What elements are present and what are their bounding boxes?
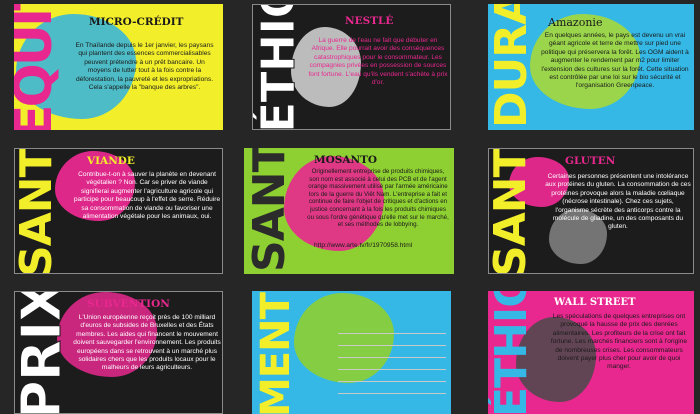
- card-body: Contribue-t-on à sauver la planète en de…: [73, 171, 221, 221]
- card-title: SUBVENTION: [87, 298, 170, 310]
- card-body: Originellement entreprise de produits ch…: [307, 168, 449, 229]
- card-subvention: PRIX SUBVENTION L'Union européenne reçoi…: [14, 291, 223, 414]
- card-viande: SANTÉ VIANDE Contribue-t-on à sauver la …: [14, 148, 223, 274]
- card-body: Les spéculations de quelques entreprises…: [550, 313, 688, 371]
- card-nestle: ÉTHIQUE NESTLÉ La guerre de l'eau ne fai…: [252, 4, 451, 130]
- writing-line: [338, 369, 446, 370]
- writing-line: [338, 345, 446, 346]
- card-gluten: SANTÉ GLUTEN Certaines personnes présent…: [488, 148, 694, 274]
- stamp-word: ÉTHIQUE: [252, 4, 306, 130]
- card-title: MOSANTO: [314, 154, 378, 166]
- stamp-word: ÉTHIQUE: [488, 291, 537, 414]
- card-micro-credit: ÉQUITABLE MICRO-CRÉDIT En Thaïlande depu…: [14, 4, 223, 130]
- stamp-word: SANTÉ: [244, 148, 295, 272]
- card-title: GLUTEN: [565, 155, 616, 167]
- stamp-word: MENTEUR: [253, 291, 299, 414]
- card-amazonie: DURABLE Amazonie En quelques années, le …: [488, 4, 694, 130]
- card-body: En quelques années, le pays est devenu u…: [541, 32, 689, 90]
- card-menteur: MENTEUR: [252, 291, 451, 414]
- stamp-word: DURABLE: [488, 4, 537, 128]
- stamp-word: PRIX: [14, 291, 74, 414]
- writing-line: [338, 357, 446, 358]
- card-wall-street: ÉTHIQUE WALL STREET Les spéculations de …: [488, 291, 694, 414]
- source-link[interactable]: http://www.arte.tv/fr/1970958.html: [314, 242, 412, 249]
- card-title: MICRO-CRÉDIT: [89, 16, 184, 28]
- writing-line: [338, 333, 446, 334]
- stamp-word: SANTÉ: [488, 148, 536, 274]
- card-body: Certaines personnes présentent une intol…: [545, 173, 691, 231]
- card-mosanto: SANTÉ MOSANTO Originellement entreprise …: [244, 148, 454, 274]
- stamp-word: SANTÉ: [14, 148, 62, 274]
- writing-line: [338, 381, 446, 382]
- writing-line: [338, 393, 446, 394]
- card-title: VIANDE: [87, 155, 135, 167]
- card-title: WALL STREET: [554, 297, 636, 308]
- card-title: Amazonie: [548, 16, 603, 29]
- stamp-word: ÉQUITABLE: [14, 4, 64, 130]
- card-body: L'Union européenne reçoit près de 100 mi…: [73, 314, 221, 372]
- card-body: La guerre de l'eau ne fait que débuter e…: [308, 37, 448, 87]
- page: { "cards": [ { "stamp": "ÉQUITABLE", "ti…: [0, 0, 700, 414]
- card-body: En Thaïlande depuis le 1er janvier, les …: [75, 42, 214, 92]
- card-title: NESTLÉ: [345, 15, 394, 27]
